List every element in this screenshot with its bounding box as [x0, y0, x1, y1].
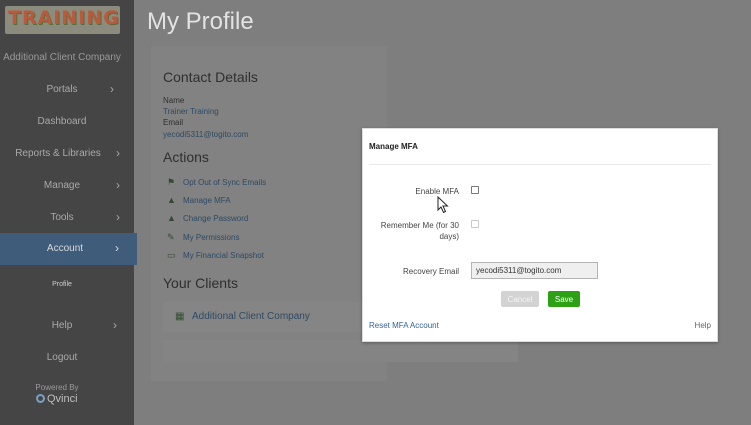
training-logo[interactable]: TRAINING [5, 6, 120, 34]
chevron-right-icon: › [116, 146, 120, 160]
nav-tools[interactable]: Tools › [0, 202, 124, 234]
nav-label: Dashboard [37, 116, 87, 127]
nav-label: Account [46, 243, 84, 254]
actions-heading: Actions [163, 149, 209, 165]
nav-portals[interactable]: Portals › [0, 74, 124, 106]
lock-icon: ▲ [167, 213, 176, 223]
remember-me-checkbox[interactable] [471, 220, 479, 228]
action-label: My Financial Snapshot [183, 251, 264, 260]
client-row[interactable]: ▦ Additional Client Company [163, 302, 375, 332]
email-label: Email [163, 118, 184, 127]
enable-mfa-checkbox[interactable] [471, 186, 479, 194]
qvinci-brand: Qvinci [47, 393, 78, 405]
name-value: Trainer Training [163, 107, 219, 116]
edit-icon: ✎ [167, 232, 175, 242]
chevron-right-icon: › [110, 82, 114, 96]
mouse-cursor-icon [437, 196, 449, 214]
remember-me-label-line2: days) [439, 232, 459, 241]
chevron-right-icon: › [116, 210, 120, 224]
contact-heading: Contact Details [163, 69, 258, 85]
help-link[interactable]: Help [695, 321, 711, 330]
cancel-button[interactable]: Cancel [501, 291, 539, 307]
qvinci-logo: Qvinci [36, 393, 78, 405]
save-button[interactable]: Save [548, 291, 580, 307]
modal-divider [369, 164, 711, 165]
monitor-icon: ▭ [167, 250, 176, 260]
remember-me-label-line1: Remember Me (for 30 [380, 221, 459, 230]
nav-reports-libraries[interactable]: Reports & Libraries › [0, 138, 124, 170]
nav-dashboard[interactable]: Dashboard [0, 106, 124, 138]
action-label: Change Password [183, 214, 249, 223]
chevron-right-icon: › [116, 178, 120, 192]
nav-sub-profile[interactable]: Profile [0, 281, 124, 288]
chevron-right-icon: › [115, 241, 119, 255]
page-title: My Profile [147, 8, 254, 35]
nav-label: Logout [46, 352, 78, 363]
qvinci-mark-icon [36, 394, 45, 403]
powered-by-label: Powered By [35, 383, 79, 392]
action-label: Opt Out of Sync Emails [183, 178, 267, 187]
nav-label: Reports & Libraries [15, 148, 101, 159]
nav-logout[interactable]: Logout [0, 342, 124, 374]
nav-label: Help [51, 320, 73, 331]
name-label: Name [163, 96, 185, 105]
nav-label: Manage [43, 180, 81, 191]
flag-icon: ⚑ [167, 177, 176, 187]
action-label: Manage MFA [183, 196, 231, 205]
recovery-email-input[interactable] [471, 262, 598, 279]
nav-manage[interactable]: Manage › [0, 170, 124, 202]
clients-heading: Your Clients [163, 275, 238, 291]
reset-mfa-link[interactable]: Reset MFA Account [369, 321, 439, 330]
lock-icon: ▲ [167, 195, 176, 205]
remember-me-label: Remember Me (for 30 days) [381, 220, 459, 242]
nav-account[interactable]: Account › [0, 233, 137, 265]
chevron-right-icon: › [113, 318, 117, 332]
background-panel [163, 340, 518, 362]
sidebar: TRAINING Additional Client Company Porta… [0, 0, 137, 425]
nav-help[interactable]: Help › [0, 310, 124, 342]
email-value[interactable]: yecodi5311@togito.com [163, 130, 248, 139]
modal-title: Manage MFA [369, 142, 418, 151]
client-name[interactable]: Additional Client Company [192, 311, 310, 322]
nav-label: Tools [50, 212, 74, 223]
company-name: Additional Client Company [3, 52, 121, 63]
manage-mfa-modal: Manage MFA Enable MFA Remember Me (for 3… [362, 128, 718, 342]
action-label: My Permissions [183, 233, 240, 242]
recovery-email-label: Recovery Email [402, 267, 459, 276]
store-icon: ▦ [175, 311, 185, 322]
nav-label: Portals [46, 84, 78, 95]
logo-text: TRAINING [8, 7, 120, 29]
